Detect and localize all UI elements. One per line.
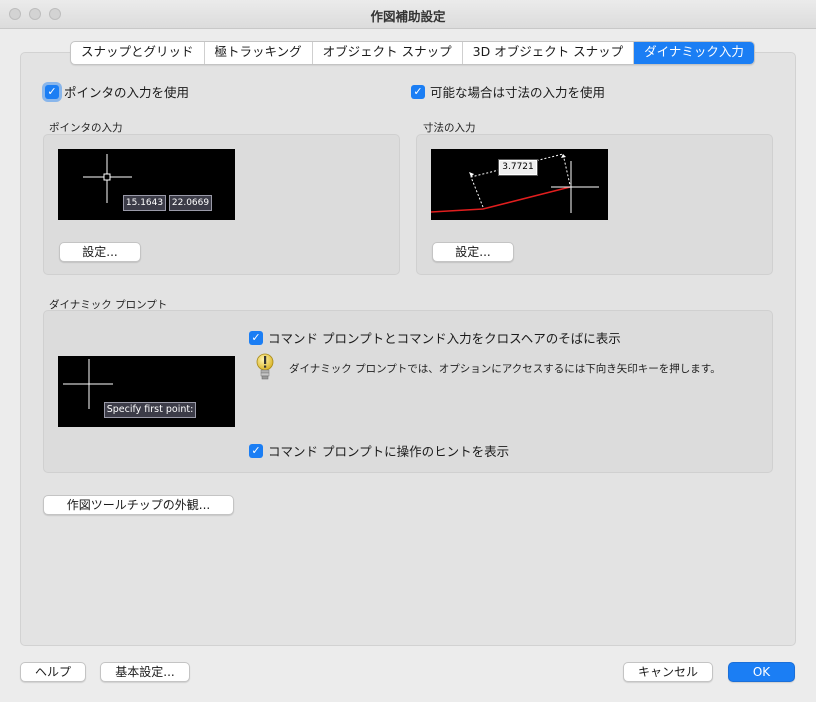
tab-object-snap[interactable]: オブジェクト スナップ [313,42,463,64]
dimension-value-field: 3.7721 [498,159,538,176]
ok-button[interactable]: OK [728,662,795,682]
tab-snap-grid[interactable]: スナップとグリッド [71,42,205,64]
pointer-input-settings-button[interactable]: 設定... [59,242,141,262]
cancel-button[interactable]: キャンセル [623,662,713,682]
tab-polar-tracking[interactable]: 極トラッキング [205,42,313,64]
prompt-preview-text: Specify first point: [104,402,196,418]
tab-bar: スナップとグリッド 極トラッキング オブジェクト スナップ 3D オブジェクト … [70,41,755,65]
lightbulb-icon [256,353,274,380]
checkbox-checked-icon[interactable]: ✓ [249,443,263,458]
tab-3d-object-snap[interactable]: 3D オブジェクト スナップ [463,42,635,64]
dimension-input-group-title: 寸法の入力 [423,122,476,134]
dynamic-prompt-preview: Specify first point: [58,356,235,427]
dimension-input-label: 可能な場合は寸法の入力を使用 [430,85,606,100]
dynamic-prompt-tip: ダイナミック プロンプトでは、オプションにアクセスするには下向き矢印キーを押しま… [289,363,721,375]
tab-dynamic-input[interactable]: ダイナミック入力 [634,42,754,64]
pointer-input-group-title: ポインタの入力 [49,122,123,134]
tooltip-appearance-button[interactable]: 作図ツールチップの外観... [43,495,234,515]
checkbox-checked-icon[interactable]: ✓ [249,330,263,345]
show-hints-checkbox[interactable]: ✓ コマンド プロンプトに操作のヒントを表示 [249,441,509,460]
show-near-crosshair-label: コマンド プロンプトとコマンド入力をクロスヘアのそばに表示 [268,331,621,346]
help-button[interactable]: ヘルプ [20,662,86,682]
dimension-input-checkbox[interactable]: ✓ 可能な場合は寸法の入力を使用 [411,82,605,101]
checkbox-checked-icon[interactable]: ✓ [411,84,425,99]
dimension-input-preview: 3.7721 [431,149,608,220]
window-title: 作図補助設定 [370,9,446,24]
show-near-crosshair-checkbox[interactable]: ✓ コマンド プロンプトとコマンド入力をクロスヘアのそばに表示 [249,328,621,347]
pointer-input-preview: 15.1643 22.0669 [58,149,235,220]
pointer-input-label: ポインタの入力を使用 [64,85,190,100]
title-bar[interactable]: 作図補助設定 [0,0,816,29]
coordinate-y-readout: 22.0669 [169,195,212,211]
coordinate-x-readout: 15.1643 [123,195,166,211]
dimension-input-settings-button[interactable]: 設定... [432,242,514,262]
checkbox-checked-icon[interactable]: ✓ [45,84,59,99]
show-hints-label: コマンド プロンプトに操作のヒントを表示 [268,444,510,459]
preferences-button[interactable]: 基本設定... [100,662,190,682]
pointer-input-checkbox[interactable]: ✓ ポインタの入力を使用 [45,82,189,101]
